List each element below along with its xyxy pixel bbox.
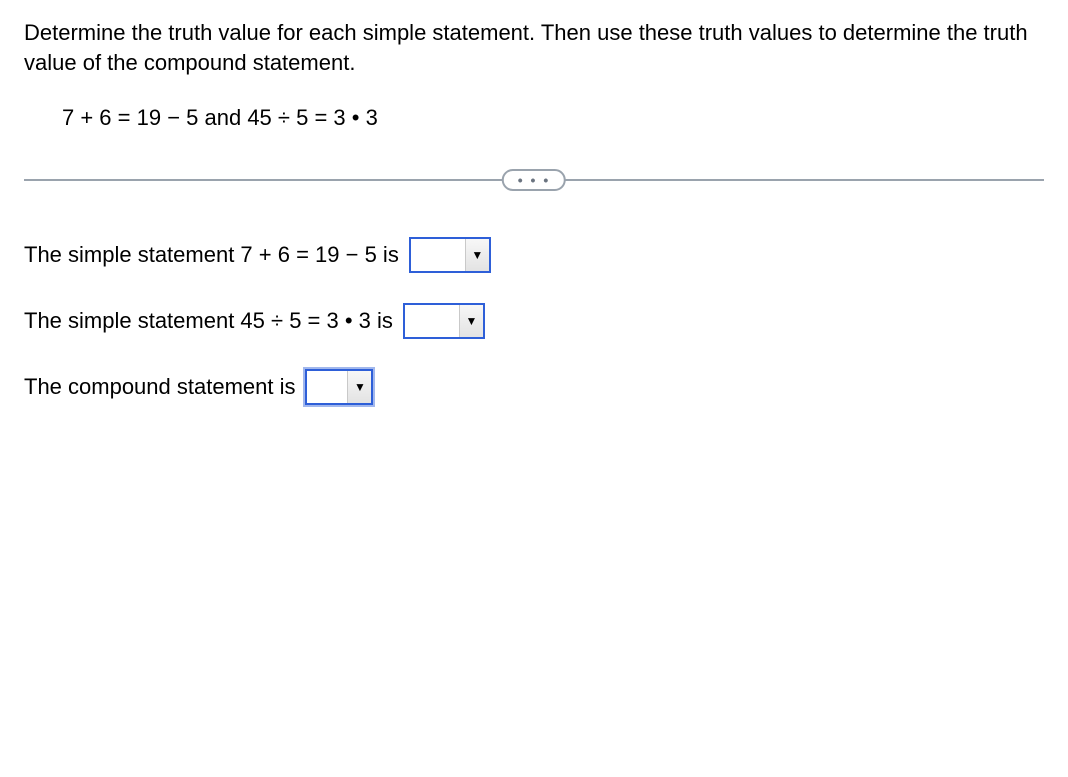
statement-2-label: The simple statement 45 ÷ 5 = 3 • 3 is [24,308,393,334]
statement-row-1: The simple statement 7 + 6 = 19 − 5 is ▼ [24,237,1044,273]
select-value-empty [405,305,459,337]
instructions-text: Determine the truth value for each simpl… [24,18,1044,77]
chevron-down-icon: ▼ [465,239,489,271]
select-value-empty [307,371,347,403]
statement-1-select[interactable]: ▼ [409,237,491,273]
statement-1-label: The simple statement 7 + 6 = 19 − 5 is [24,242,399,268]
statement-2-select[interactable]: ▼ [403,303,485,339]
section-divider: • • • [24,179,1044,181]
statement-row-2: The simple statement 45 ÷ 5 = 3 • 3 is ▼ [24,303,1044,339]
compound-label: The compound statement is [24,374,295,400]
chevron-down-icon: ▼ [347,371,371,403]
chevron-down-icon: ▼ [459,305,483,337]
compound-select[interactable]: ▼ [305,369,373,405]
select-value-empty [411,239,465,271]
divider-expand-button[interactable]: • • • [502,169,566,191]
compound-row: The compound statement is ▼ [24,369,1044,405]
compound-formula: 7 + 6 = 19 − 5 and 45 ÷ 5 = 3 • 3 [24,105,1044,131]
